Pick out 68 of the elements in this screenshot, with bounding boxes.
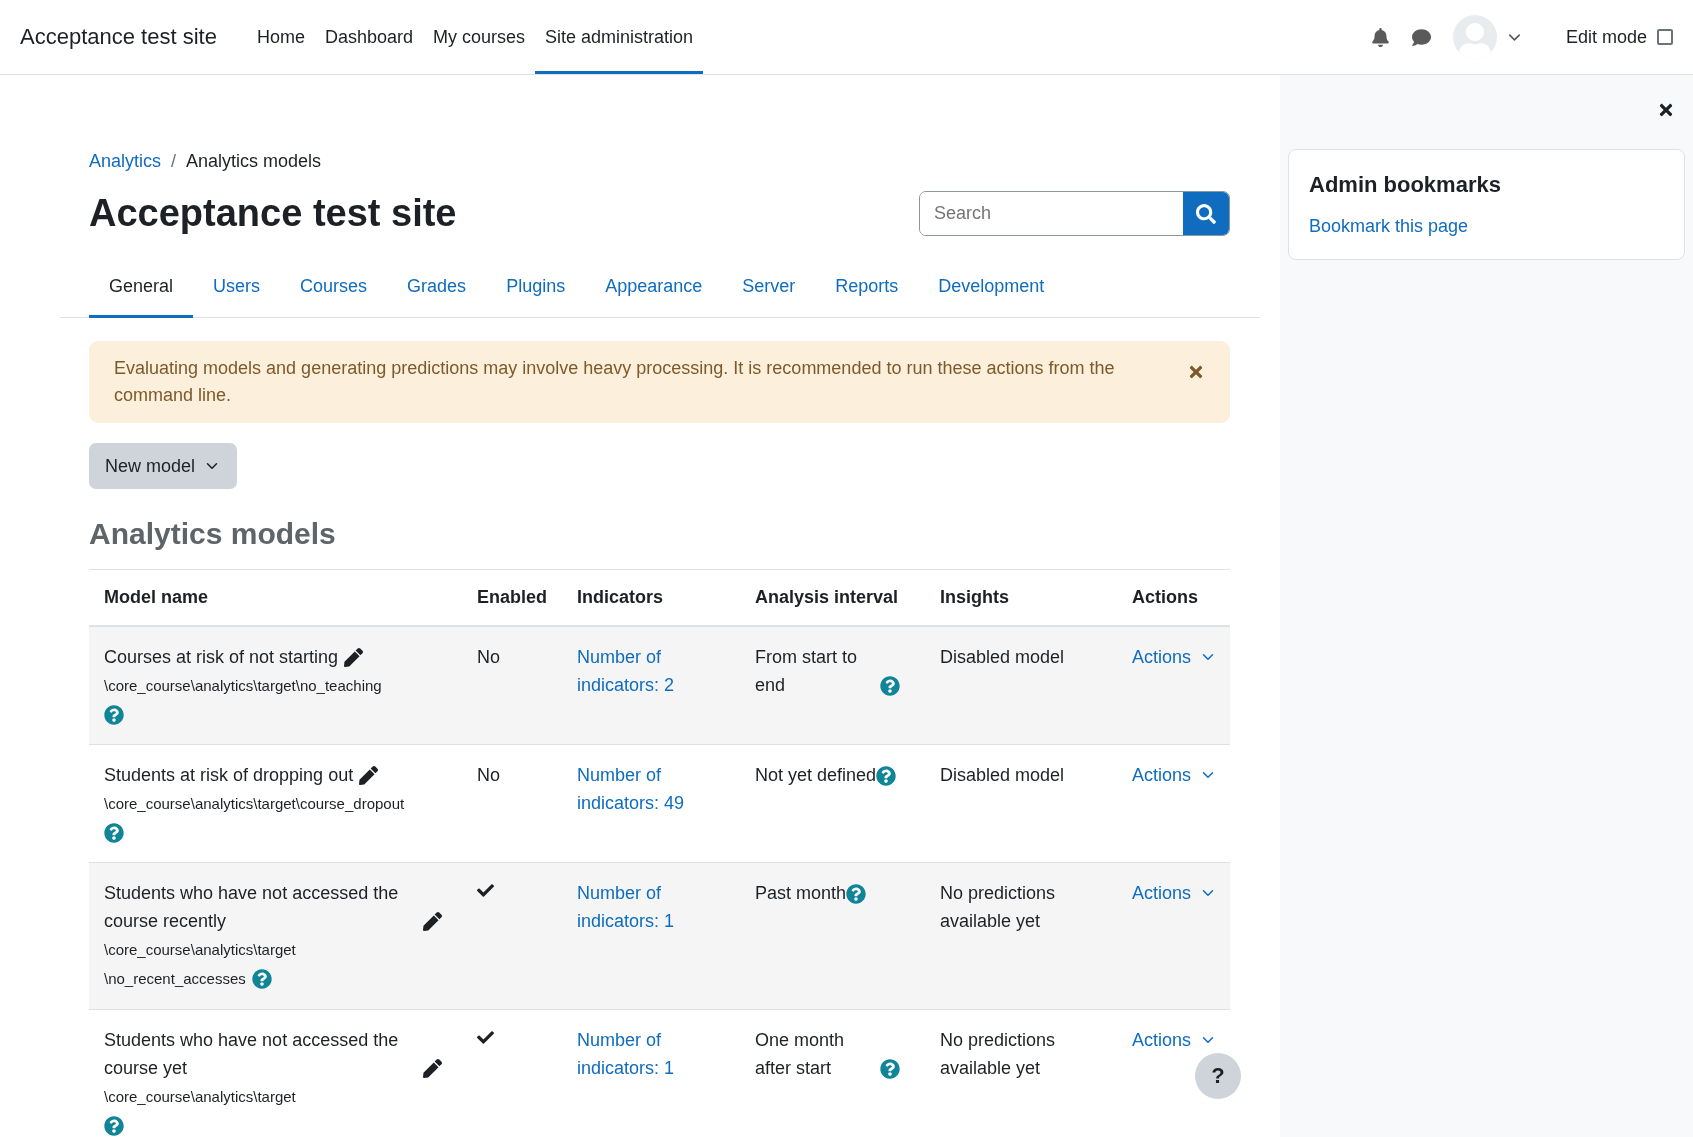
search-field[interactable]: Search — [919, 191, 1230, 236]
tab[interactable]: Appearance — [585, 262, 723, 318]
nav-link[interactable]: My courses — [422, 0, 535, 74]
tab[interactable]: Plugins — [486, 262, 586, 318]
card-title: Admin bookmarks — [1309, 172, 1502, 198]
section-heading: Analytics models — [89, 517, 337, 551]
model-name: Students at risk of dropping out — [104, 764, 354, 787]
indicators-link[interactable]: Number of indicators: 49 — [577, 761, 725, 817]
tab[interactable]: General — [89, 262, 194, 318]
edit-mode-checkbox[interactable] — [1657, 29, 1673, 45]
help-icon[interactable] — [251, 969, 272, 990]
new-model-button[interactable]: New model — [89, 443, 238, 489]
actions-menu[interactable]: Actions — [1132, 1026, 1218, 1054]
target-path: \core_course\analytics\target — [104, 1088, 296, 1105]
target-path: \no_recent_accesses — [104, 970, 246, 987]
insights-text: No predictions available yet — [940, 1030, 1056, 1078]
tab[interactable]: Courses — [280, 262, 388, 318]
pencil-icon[interactable] — [359, 766, 379, 785]
nav-link[interactable]: Dashboard — [314, 0, 423, 74]
search-icon — [1196, 203, 1216, 224]
help-icon[interactable] — [880, 676, 900, 697]
help-icon[interactable] — [876, 766, 897, 787]
enabled-value: No — [477, 647, 500, 667]
tab[interactable]: Grades — [387, 262, 487, 318]
nav-link[interactable]: Home — [246, 0, 315, 74]
model-name: Courses at risk of not starting — [104, 646, 339, 669]
model-name: Students who have not accessed the course recently — [104, 882, 400, 933]
tab[interactable]: Development — [918, 262, 1065, 318]
nav-link[interactable]: Site administration — [535, 0, 704, 74]
pencil-icon[interactable] — [344, 648, 364, 667]
insights-text: Disabled model — [940, 765, 1065, 785]
chat-icon[interactable] — [1411, 27, 1431, 47]
tab[interactable]: Users — [193, 262, 281, 318]
interval-text: From start to end — [755, 646, 858, 697]
help-icon[interactable] — [846, 884, 867, 905]
target-path: \core_course\analytics\target\course_dropout — [104, 795, 405, 812]
help-icon[interactable] — [104, 705, 124, 726]
insights-text: No predictions available yet — [940, 883, 1056, 931]
pencil-icon[interactable] — [423, 912, 442, 931]
model-name: Students who have not accessed the course yet — [104, 1029, 400, 1080]
breadcrumb-item: Analytics models — [186, 151, 322, 172]
close-button[interactable] — [1657, 101, 1675, 119]
breadcrumb-link[interactable]: Analytics — [89, 151, 162, 172]
page-title: Acceptance test site — [89, 192, 457, 235]
enabled-value: No — [477, 765, 500, 785]
pencil-icon[interactable] — [423, 1059, 442, 1078]
help-icon[interactable] — [880, 1059, 900, 1080]
actions-menu[interactable]: Actions — [1132, 643, 1218, 671]
target-path: \core_course\analytics\target\no_teaching — [104, 677, 382, 694]
actions-menu[interactable]: Actions — [1132, 761, 1218, 789]
breadcrumb-separator: / — [171, 151, 177, 172]
bell-icon[interactable] — [1370, 27, 1390, 47]
tab[interactable]: Reports — [815, 262, 919, 318]
search-button[interactable] — [1183, 192, 1229, 235]
bookmark-link[interactable]: Bookmark this page — [1309, 216, 1469, 237]
actions-menu[interactable]: Actions — [1132, 879, 1218, 907]
alert-text: Evaluating models and generating predictions may involve heavy processing. It is recommended to run these actions from the command line. — [114, 358, 1115, 405]
edit-mode-label: Edit mode — [1565, 26, 1647, 48]
interval-text: Past month — [755, 882, 847, 905]
help-icon[interactable] — [104, 823, 124, 844]
site-name[interactable]: Acceptance test site — [20, 24, 217, 50]
insights-text: Disabled model — [940, 647, 1065, 667]
interval-text: One month after start — [755, 1029, 846, 1080]
help-icon[interactable] — [104, 1116, 124, 1137]
indicators-link[interactable]: Number of indicators: 1 — [577, 1026, 725, 1082]
target-path: \core_course\analytics\target — [104, 941, 296, 958]
interval-text: Not yet defined — [755, 764, 877, 787]
tab[interactable]: Server — [722, 262, 816, 318]
